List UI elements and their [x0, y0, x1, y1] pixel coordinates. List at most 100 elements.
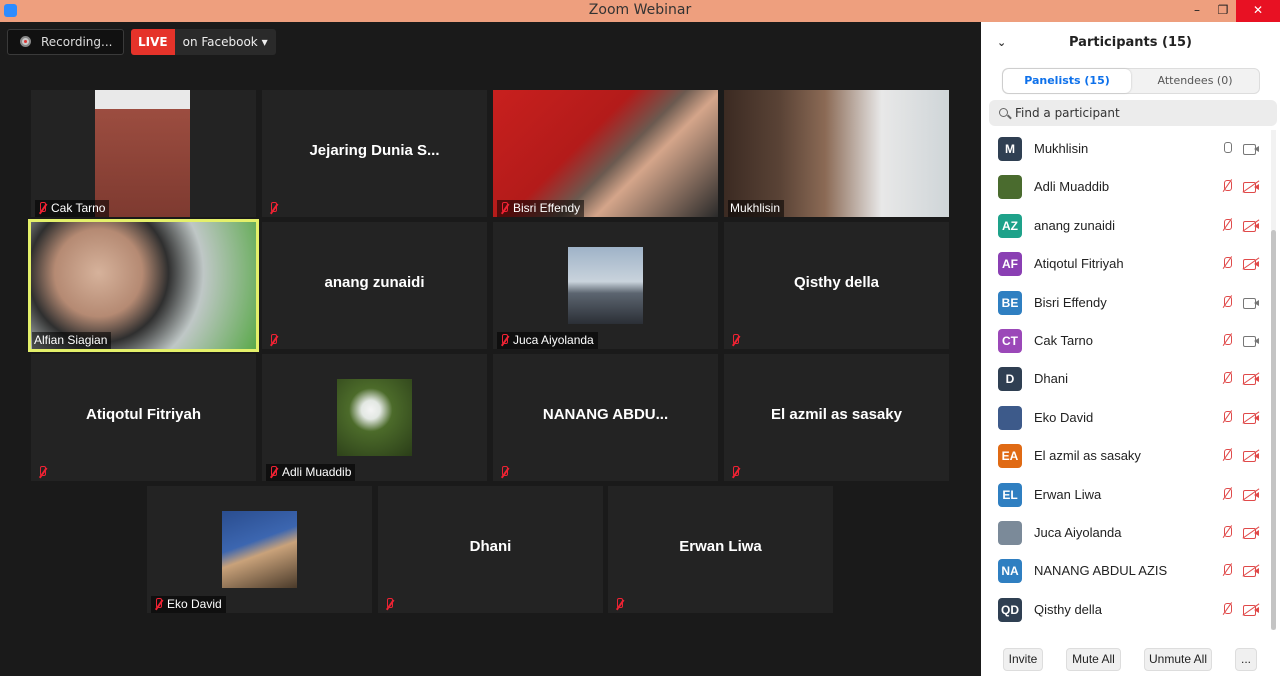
window-title: Zoom Webinar [588, 2, 692, 18]
participant-row[interactable]: NA NANANG ABDUL AZIS [981, 552, 1271, 590]
mute-all-button[interactable]: Mute All [1066, 648, 1121, 671]
video-tile[interactable]: Erwan Liwa [608, 486, 833, 613]
mic-muted-icon[interactable] [1223, 449, 1232, 463]
video-tile[interactable]: Cak Tarno [31, 90, 256, 217]
avatar: EL [998, 482, 1022, 507]
participant-name: NANANG ABDU... [542, 406, 669, 423]
participant-row[interactable]: Juca Aiyolanda [981, 514, 1271, 552]
video-tile[interactable]: El azmil as sasaky [724, 354, 949, 481]
live-stream-control[interactable]: LIVE on Facebook ▾ [131, 29, 276, 55]
tile-label [266, 332, 286, 349]
camera-off-icon[interactable] [1242, 603, 1260, 616]
maximize-button[interactable]: ❐ [1208, 0, 1238, 22]
camera-off-icon[interactable] [1242, 526, 1260, 539]
avatar [998, 405, 1022, 430]
chevron-down-icon[interactable]: ⌄ [997, 22, 1006, 64]
participant-row[interactable]: BE Bisri Effendy [981, 284, 1271, 322]
mic-muted-icon[interactable] [1223, 333, 1232, 348]
camera-off-icon[interactable] [1242, 257, 1260, 271]
search-input[interactable]: Find a participant [989, 100, 1277, 126]
video-tile[interactable]: anang zunaidi [262, 222, 487, 349]
panel-footer: Invite Mute All Unmute All ... [981, 648, 1280, 674]
participant-row[interactable]: QD Qisthy della [981, 591, 1271, 629]
mic-muted-icon[interactable] [1223, 525, 1232, 540]
tile-label [35, 464, 55, 481]
participant-name: Bisri Effendy [1034, 294, 1107, 310]
participant-name: Qisthy della [1034, 601, 1102, 617]
live-target-dropdown[interactable]: on Facebook ▾ [175, 29, 276, 55]
mic-muted-icon[interactable] [1223, 218, 1232, 233]
mic-muted-icon [268, 334, 278, 346]
tab-attendees[interactable]: Attendees (0) [1131, 69, 1259, 93]
camera-off-icon[interactable] [1242, 564, 1260, 578]
video-tile[interactable]: Mukhlisin [724, 90, 949, 217]
video-tile[interactable]: Juca Aiyolanda [493, 222, 718, 349]
camera-icon[interactable] [1243, 335, 1259, 347]
video-tile[interactable]: Qisthy della [724, 222, 949, 349]
participant-row[interactable]: EA El azmil as sasaky [981, 437, 1271, 475]
participant-name: Adli Muaddib [1034, 179, 1110, 195]
participant-row[interactable]: AF Atiqotul Fitriyah [981, 245, 1271, 283]
more-button[interactable]: ... [1235, 648, 1257, 671]
avatar: BE [998, 290, 1022, 315]
participant-row[interactable]: EL Erwan Liwa [981, 476, 1271, 514]
tile-label: Bisri Effendy [497, 200, 585, 217]
video-tile[interactable]: Dhani [378, 486, 603, 613]
mic-muted-icon [730, 334, 740, 346]
video-tile[interactable]: Bisri Effendy [493, 90, 718, 217]
camera-off-icon[interactable] [1242, 219, 1260, 232]
video-tile[interactable]: Atiqotul Fitriyah [31, 354, 256, 481]
mic-muted-icon[interactable] [1223, 372, 1232, 386]
participant-row[interactable]: CT Cak Tarno [981, 322, 1271, 360]
unmute-all-button[interactable]: Unmute All [1144, 648, 1212, 671]
participant-row[interactable]: Adli Muaddib [981, 168, 1271, 206]
video-tile-active-speaker[interactable]: Alfian Siagian [28, 219, 259, 352]
participant-name: Cak Tarno [1034, 332, 1094, 348]
avatar [998, 175, 1022, 200]
scrollbar-thumb[interactable] [1271, 230, 1276, 630]
tile-label: Juca Aiyolanda [497, 332, 598, 349]
mic-icon[interactable] [1223, 142, 1232, 156]
panel-header: ⌄ Participants (15) [981, 22, 1280, 64]
scrollbar[interactable] [1271, 130, 1276, 630]
camera-off-icon[interactable] [1242, 180, 1260, 194]
camera-off-icon[interactable] [1242, 411, 1260, 424]
mic-muted-icon[interactable] [1223, 602, 1232, 617]
participant-row[interactable]: M Mukhlisin [981, 130, 1271, 168]
camera-off-icon[interactable] [1242, 449, 1260, 463]
mic-muted-icon[interactable] [1223, 257, 1232, 271]
participant-name: El azmil as sasaky [771, 406, 902, 423]
camera-off-icon[interactable] [1242, 372, 1260, 386]
mic-muted-icon [384, 598, 394, 610]
camera-icon[interactable] [1243, 143, 1259, 155]
mic-muted-icon[interactable] [1223, 295, 1232, 310]
camera-icon[interactable] [1243, 297, 1259, 309]
video-tile[interactable]: NANANG ABDU... [493, 354, 718, 481]
participant-video [95, 90, 190, 217]
mic-muted-icon[interactable] [1223, 410, 1232, 425]
recording-indicator[interactable]: Recording... [7, 29, 124, 55]
participant-row[interactable]: Eko David [981, 399, 1271, 437]
participant-list: M Mukhlisin Adli Muaddib AZ anang zunaidi AF A… [981, 130, 1271, 629]
video-tile[interactable]: Jejaring Dunia S... [262, 90, 487, 217]
close-button[interactable]: ✕ [1236, 0, 1280, 22]
mic-muted-icon[interactable] [1223, 180, 1232, 194]
participant-name: Atiqotul Fitriyah [86, 406, 201, 423]
participant-name: El azmil as sasaky [1034, 448, 1141, 464]
avatar [998, 520, 1022, 545]
tab-panelists[interactable]: Panelists (15) [1003, 69, 1131, 93]
title-bar: Zoom Webinar – ❐ ✕ [0, 0, 1280, 22]
participant-row[interactable]: D Dhani [981, 360, 1271, 398]
mic-muted-icon[interactable] [1223, 487, 1232, 502]
mic-muted-icon [499, 202, 509, 214]
participant-video [31, 222, 256, 349]
participant-row[interactable]: AZ anang zunaidi [981, 207, 1271, 245]
invite-button[interactable]: Invite [1003, 648, 1043, 671]
camera-off-icon[interactable] [1242, 487, 1260, 501]
mic-muted-icon[interactable] [1223, 564, 1232, 578]
participant-video [724, 90, 949, 217]
video-tile[interactable]: Adli Muaddib [262, 354, 487, 481]
video-tile[interactable]: Eko David [147, 486, 372, 613]
participants-panel: ⌄ Participants (15) Panelists (15) Atten… [981, 22, 1280, 676]
tile-label: Alfian Siagian [32, 332, 112, 349]
